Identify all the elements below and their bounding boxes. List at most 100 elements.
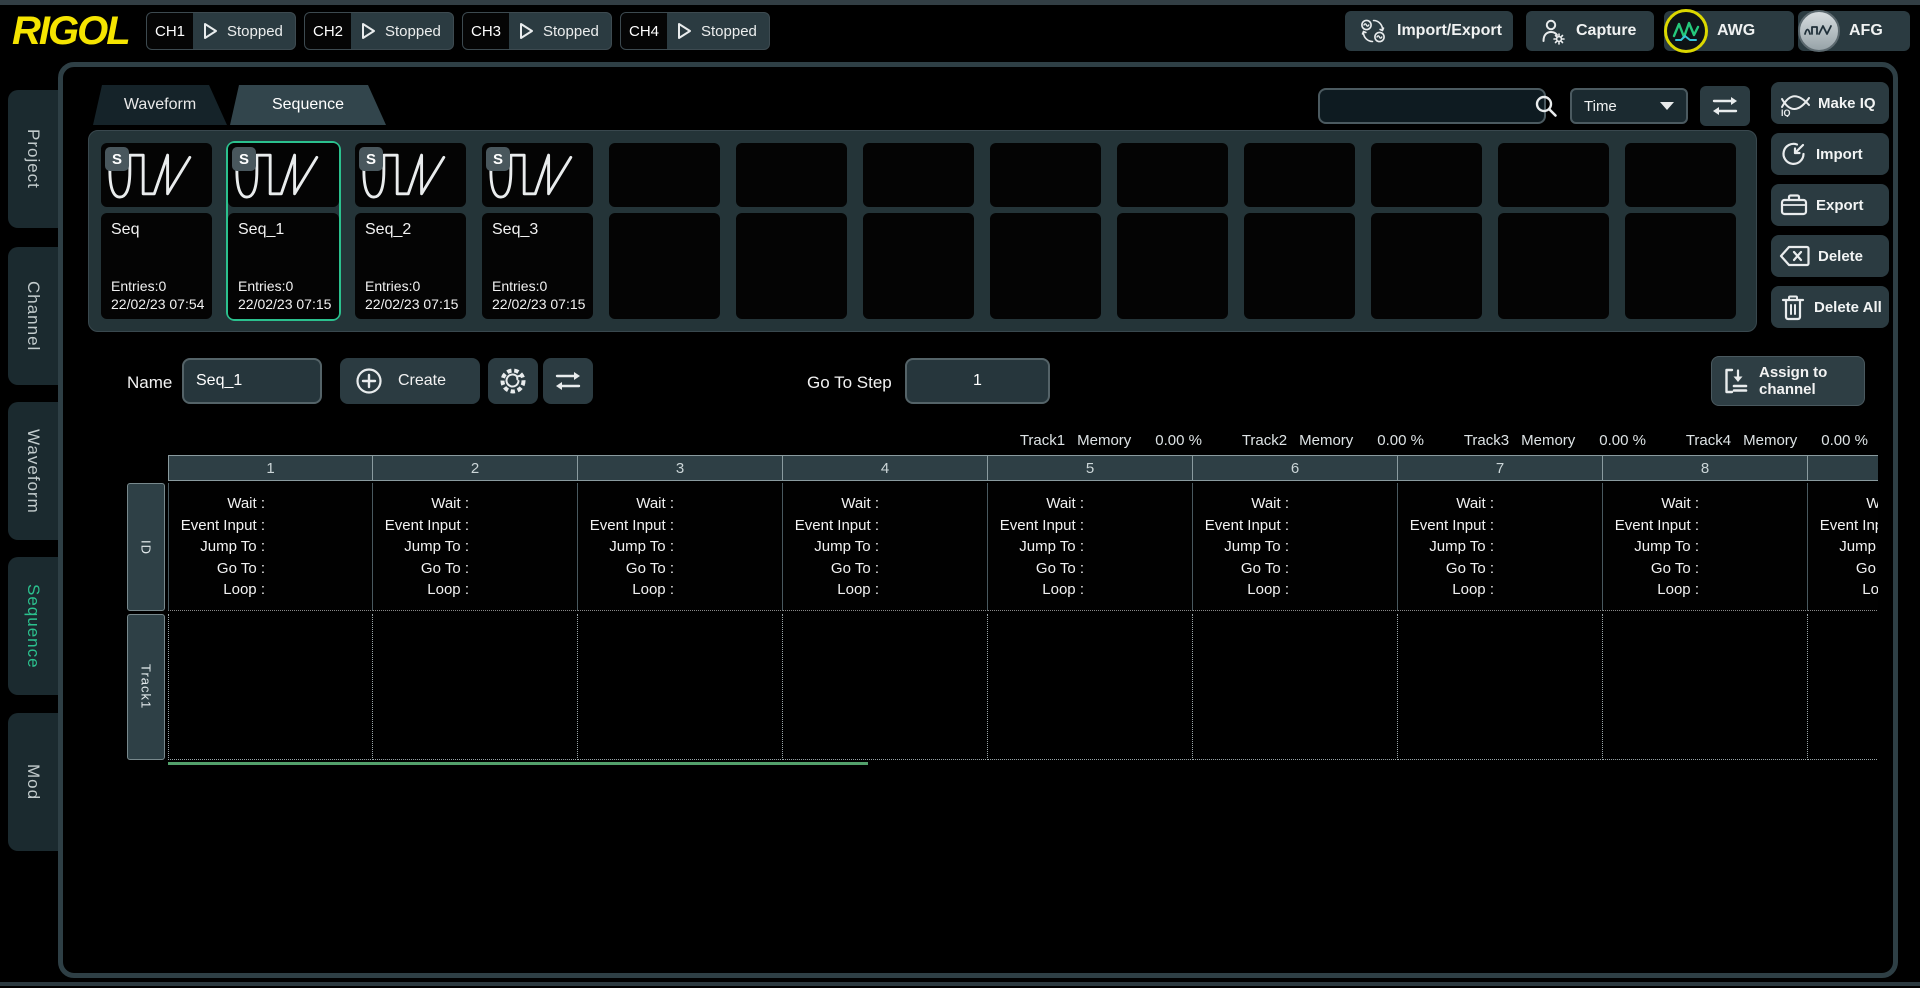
sequence-settings-button[interactable]: [488, 358, 538, 404]
track-memory-value: 0.00 %: [1821, 432, 1868, 449]
track-memory-readout: Track4 Memory 0.00 %: [1678, 430, 1868, 450]
channel-label: CH1: [147, 13, 193, 49]
track-memory-readout: Track1 Memory 0.00 %: [1012, 430, 1202, 450]
track-cell[interactable]: [168, 614, 373, 760]
sequence-card[interactable]: S Seq_2 Entries:0 22/02/23 07:15: [353, 141, 468, 321]
empty-slot: [734, 141, 849, 321]
import-icon: [1779, 139, 1809, 169]
play-icon: [203, 22, 218, 40]
track-cell[interactable]: [578, 614, 783, 760]
channel-button-ch1[interactable]: CH1 Stopped: [146, 12, 296, 50]
step-id-cell[interactable]: Wait :Event Input :Jump To :Go To :Loop …: [1808, 483, 1878, 611]
make-iq-icon: IQ: [1779, 89, 1811, 117]
delete-button[interactable]: Delete: [1771, 235, 1889, 277]
sort-by-dropdown[interactable]: Time: [1570, 88, 1688, 124]
channel-label: CH3: [463, 13, 509, 49]
sidebar-item-project[interactable]: Project: [8, 90, 58, 228]
awg-mode-button[interactable]: AWG: [1664, 11, 1794, 51]
track-cell[interactable]: [1603, 614, 1808, 760]
import-export-icon: [1359, 17, 1387, 45]
export-button[interactable]: Export: [1771, 184, 1889, 226]
step-id-cell[interactable]: Wait :Event Input :Jump To :Go To :Loop …: [373, 483, 578, 611]
sequence-date: 22/02/23 07:15: [365, 296, 456, 312]
search-icon[interactable]: [1533, 93, 1559, 119]
step-column-header: 7: [1398, 455, 1603, 481]
import-button[interactable]: Import: [1771, 133, 1889, 175]
track-memory-label: Memory: [1077, 432, 1131, 449]
rigol-logo: RIGOL: [0, 11, 146, 51]
tab-waveform[interactable]: Waveform: [93, 85, 227, 125]
sequence-entries: Entries:0: [365, 278, 456, 294]
track-memory-label: Memory: [1521, 432, 1575, 449]
empty-slot: [1242, 141, 1357, 321]
step-column-header: 3: [578, 455, 783, 481]
step-id-cell[interactable]: Wait :Event Input :Jump To :Go To :Loop …: [783, 483, 988, 611]
sequence-card-info: Seq_3 Entries:0 22/02/23 07:15: [482, 213, 593, 319]
track-memory-track: Track4: [1686, 432, 1731, 449]
track-memory-value: 0.00 %: [1155, 432, 1202, 449]
reorder-button[interactable]: [543, 358, 593, 404]
channel-button-ch4[interactable]: CH4 Stopped: [620, 12, 770, 50]
channel-status: Stopped: [227, 23, 283, 40]
capture-button[interactable]: Capture: [1526, 11, 1654, 51]
chevron-down-icon: [1660, 102, 1674, 110]
goto-step-label: Go To Step: [807, 373, 892, 393]
channel-button-ch2[interactable]: CH2 Stopped: [304, 12, 454, 50]
step-id-cell[interactable]: Wait :Event Input :Jump To :Go To :Loop …: [988, 483, 1193, 611]
sequence-card[interactable]: S Seq_3 Entries:0 22/02/23 07:15: [480, 141, 595, 321]
sidebar-item-channel[interactable]: Channel: [8, 247, 58, 385]
capture-label: Capture: [1576, 22, 1636, 40]
sidebar-item-label: Sequence: [23, 584, 43, 669]
track-cell[interactable]: [373, 614, 578, 760]
sequence-thumbnail: S: [482, 143, 593, 207]
make-iq-label: Make IQ: [1818, 95, 1876, 112]
channel-button-ch3[interactable]: CH3 Stopped: [462, 12, 612, 50]
search-input[interactable]: [1330, 97, 1533, 116]
topbar-actions: Import/Export Capture: [1345, 11, 1910, 51]
track-cell[interactable]: [1398, 614, 1603, 760]
assign-to-channel-button[interactable]: Assign to channel: [1711, 356, 1865, 406]
tab-sequence[interactable]: Sequence: [230, 85, 386, 125]
channel-status: Stopped: [701, 23, 757, 40]
make-iq-button[interactable]: IQ Make IQ: [1771, 82, 1889, 124]
step-id-cell[interactable]: Wait :Event Input :Jump To :Go To :Loop …: [1398, 483, 1603, 611]
delete-icon: [1779, 244, 1811, 268]
export-label: Export: [1816, 197, 1864, 214]
sidebar-item-label: Mod: [23, 764, 43, 800]
bottom-edge-divider: [0, 982, 1920, 986]
sort-by-value: Time: [1584, 98, 1617, 115]
sequence-card-info: Seq Entries:0 22/02/23 07:54: [101, 213, 212, 319]
sidebar-item-mod[interactable]: Mod: [8, 713, 58, 851]
track-cell[interactable]: [1193, 614, 1398, 760]
track-cell[interactable]: [988, 614, 1193, 760]
delete-all-label: Delete All: [1814, 299, 1882, 316]
sequence-date: 22/02/23 07:54: [111, 296, 202, 312]
afg-mode-button[interactable]: AFG: [1798, 11, 1910, 51]
create-label: Create: [398, 372, 446, 390]
track-cell[interactable]: [783, 614, 988, 760]
track-cell[interactable]: [1808, 614, 1878, 760]
step-id-cell[interactable]: Wait :Event Input :Jump To :Go To :Loop …: [1193, 483, 1398, 611]
sidebar-item-waveform[interactable]: Waveform: [8, 402, 58, 540]
sidebar-item-sequence[interactable]: Sequence: [8, 557, 58, 695]
assign-label: Assign to channel: [1759, 364, 1827, 398]
goto-step-input[interactable]: [905, 358, 1050, 404]
step-column-header: [1808, 455, 1878, 481]
sequence-badge: S: [105, 147, 129, 171]
sequence-gallery: S Seq Entries:0 22/02/23 07:54 S Seq_1 E…: [88, 130, 1757, 332]
sequence-progress-line: [168, 762, 868, 765]
create-button[interactable]: Create: [340, 358, 480, 404]
sequence-name-input[interactable]: [182, 358, 322, 404]
step-id-cell[interactable]: Wait :Event Input :Jump To :Go To :Loop …: [168, 483, 373, 611]
step-id-cell[interactable]: Wait :Event Input :Jump To :Go To :Loop …: [1603, 483, 1808, 611]
trash-icon: [1779, 292, 1807, 322]
sequence-thumbnail: S: [101, 143, 212, 207]
sequence-entries: Entries:0: [492, 278, 583, 294]
sequence-card[interactable]: S Seq Entries:0 22/02/23 07:54: [99, 141, 214, 321]
play-icon: [519, 22, 534, 40]
sort-order-button[interactable]: [1700, 86, 1750, 126]
delete-all-button[interactable]: Delete All: [1771, 286, 1889, 328]
import-export-button[interactable]: Import/Export: [1345, 11, 1513, 51]
sequence-card[interactable]: S Seq_1 Entries:0 22/02/23 07:15: [226, 141, 341, 321]
step-id-cell[interactable]: Wait :Event Input :Jump To :Go To :Loop …: [578, 483, 783, 611]
